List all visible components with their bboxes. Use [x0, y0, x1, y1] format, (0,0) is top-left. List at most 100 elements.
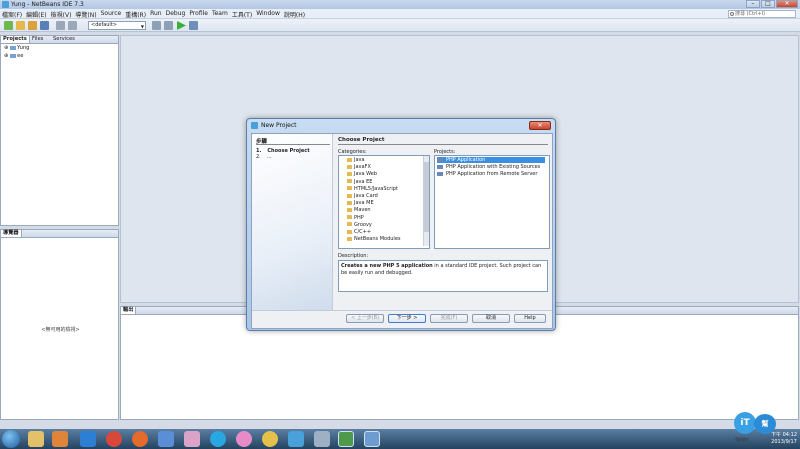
description-box: Creates a new PHP 5 application in a sta… — [338, 260, 548, 292]
menu-window[interactable]: Window — [256, 10, 280, 19]
divider — [252, 310, 552, 311]
list-item[interactable]: Java Web — [347, 171, 377, 177]
step-item: 2.... — [256, 154, 272, 160]
menu-run[interactable]: Run — [150, 10, 162, 19]
projects-list[interactable]: PHP Application PHP Application with Exi… — [434, 155, 550, 249]
bird-icon[interactable] — [288, 431, 304, 447]
list-item[interactable]: Java — [347, 157, 365, 163]
menu-profile[interactable]: Profile — [189, 10, 208, 19]
description-label: Description: — [338, 253, 369, 259]
menu-debug[interactable]: Debug — [166, 10, 186, 19]
list-item[interactable]: HTML5/JavaScript — [347, 186, 398, 192]
dialog-close-button[interactable]: ✕ — [529, 121, 551, 130]
menu-file[interactable]: 檔案(F) — [2, 10, 22, 19]
list-item[interactable]: Maven — [347, 207, 371, 213]
run-icon[interactable] — [177, 21, 186, 30]
category-label: HTML5/JavaScript — [354, 185, 398, 192]
watermark-logo-mark: iT — [734, 412, 756, 434]
php-project-icon — [437, 157, 443, 162]
menu-source[interactable]: Source — [101, 10, 122, 19]
list-item[interactable]: Java Card — [347, 193, 378, 199]
list-item[interactable]: PHP Application with Existing Sources — [437, 164, 545, 170]
search-input[interactable]: 搜尋 (Ctrl+I) — [728, 10, 796, 18]
firefox-icon[interactable] — [132, 431, 148, 447]
new-project-icon[interactable] — [16, 21, 25, 30]
virtualbox-icon[interactable] — [364, 431, 380, 447]
cancel-button[interactable]: 取消 — [472, 314, 510, 323]
dialog-body: 步驟 1. Choose Project 2.... Choose Project… — [251, 133, 553, 329]
clean-build-icon[interactable] — [164, 21, 173, 30]
list-item[interactable]: NetBeans Modules — [347, 236, 401, 242]
folder-icon — [347, 215, 352, 220]
netbeans-icon — [251, 122, 258, 129]
search-icon — [730, 12, 734, 16]
config-value: <default> — [91, 22, 117, 28]
chat-icon[interactable] — [158, 431, 174, 447]
tab-navigator[interactable]: 導覽器 — [1, 230, 22, 237]
menu-edit[interactable]: 編輯(E) — [26, 10, 46, 19]
description-bold: Creates a new PHP 5 application — [341, 263, 433, 269]
maximize-button[interactable]: □ — [761, 0, 775, 8]
build-icon[interactable] — [152, 21, 161, 30]
config-select[interactable]: <default> ▼ — [88, 21, 146, 30]
start-button[interactable] — [2, 430, 20, 448]
categories-list[interactable]: Java JavaFX Java Web Java EE HTML5/JavaS… — [338, 155, 430, 249]
game-icon[interactable] — [262, 431, 278, 447]
list-item[interactable]: C/C++ — [347, 229, 371, 235]
netbeans-task-icon[interactable] — [338, 431, 354, 447]
menu-team[interactable]: Team — [212, 10, 228, 19]
grid-app-icon[interactable] — [314, 431, 330, 447]
ie-icon[interactable] — [80, 431, 96, 447]
tree-item-label: Yung — [17, 45, 30, 51]
next-button[interactable]: 下一步 > — [388, 314, 426, 323]
menu-tools[interactable]: 工具(T) — [232, 10, 252, 19]
scrollbar-thumb[interactable] — [424, 162, 429, 232]
folder-icon — [347, 179, 352, 184]
window-controls: – □ ✕ — [746, 0, 798, 8]
list-item[interactable]: PHP — [347, 215, 364, 221]
paint-icon[interactable] — [184, 431, 200, 447]
folder-icon — [347, 186, 352, 191]
minimize-button[interactable]: – — [746, 0, 760, 8]
list-item[interactable]: PHP Application from Remote Server — [437, 171, 545, 177]
tab-projects[interactable]: Projects — [1, 36, 30, 43]
open-project-icon[interactable] — [28, 21, 37, 30]
taskbar: 下午 04:12 2013/9/17 — [0, 429, 800, 449]
tab-services[interactable]: Services — [51, 36, 77, 43]
finish-button[interactable]: 完成(F) — [430, 314, 468, 323]
explorer-icon[interactable] — [28, 431, 44, 447]
navigator-panel-header: 導覽器 — [1, 230, 118, 238]
back-button[interactable]: < 上一步(B) — [346, 314, 384, 323]
divider — [256, 144, 330, 145]
help-button[interactable]: Help — [514, 314, 546, 323]
list-item[interactable]: Groovy — [347, 222, 372, 228]
tree-item[interactable]: ⊕ ee — [4, 53, 23, 59]
ithome-watermark-logo: iT 幫 iT邦幫忙 — [734, 410, 780, 442]
messenger-icon[interactable] — [236, 431, 252, 447]
tree-item[interactable]: ⊕ Yung — [4, 45, 29, 51]
skype-icon[interactable] — [210, 431, 226, 447]
menu-help[interactable]: 說明(H) — [284, 10, 305, 19]
category-label: Groovy — [354, 221, 372, 228]
debug-icon[interactable] — [189, 21, 198, 30]
menu-view[interactable]: 檢視(V) — [51, 10, 72, 19]
list-item[interactable]: PHP Application — [437, 157, 545, 163]
list-item[interactable]: JavaFX — [347, 164, 371, 170]
chevron-down-icon: ▼ — [140, 24, 144, 29]
close-button[interactable]: ✕ — [776, 0, 798, 8]
tab-files[interactable]: Files — [30, 36, 45, 43]
menu-refactor[interactable]: 重構(R) — [125, 10, 146, 19]
list-item[interactable]: Java ME — [347, 200, 374, 206]
chrome-icon[interactable] — [106, 431, 122, 447]
save-all-icon[interactable] — [40, 21, 49, 30]
category-label: PHP — [354, 214, 364, 221]
new-file-icon[interactable] — [4, 21, 13, 30]
tab-output[interactable]: 輸出 — [121, 307, 137, 314]
redo-icon[interactable] — [68, 21, 77, 30]
list-item[interactable]: Java EE — [347, 179, 372, 185]
category-label: Java Web — [354, 171, 378, 178]
media-player-icon[interactable] — [52, 431, 68, 447]
undo-icon[interactable] — [56, 21, 65, 30]
navigator-panel: 導覽器 <無可用的檢視> — [0, 229, 119, 420]
menu-navigate[interactable]: 導覽(N) — [75, 10, 96, 19]
